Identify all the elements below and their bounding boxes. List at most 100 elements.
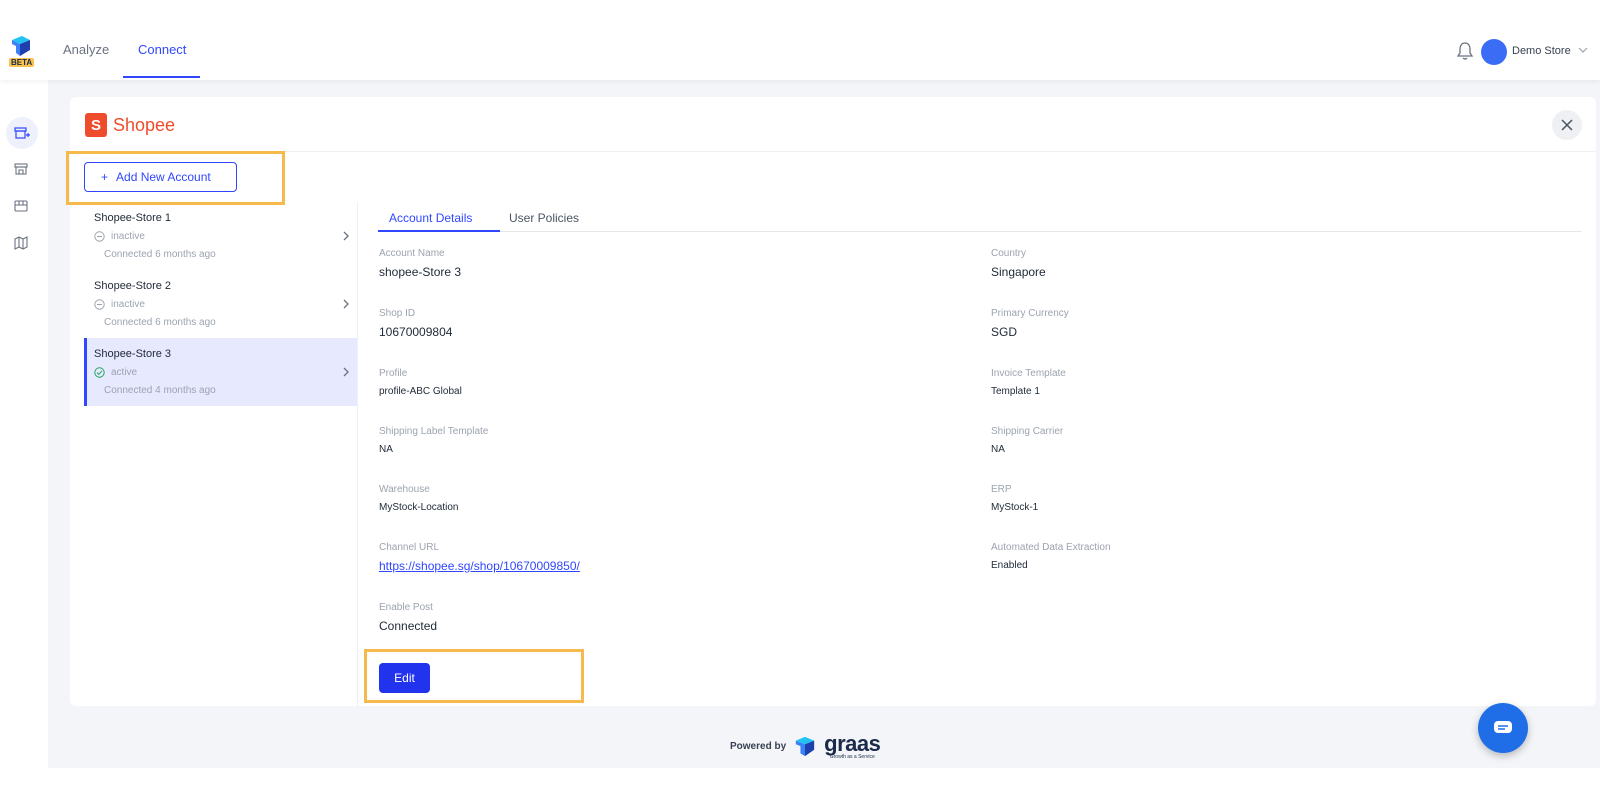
field-primary-currency: Primary Currency SGD [991,308,1069,339]
channel-url-link[interactable]: https://shopee.sg/shop/10670009850/ [379,559,580,573]
chevron-down-icon[interactable] [1578,46,1588,54]
account-item[interactable]: Shopee-Store 2 inactive Connected 6 mont… [84,270,358,338]
account-item-selected[interactable]: Shopee-Store 3 active Connected 4 months… [84,338,358,406]
field-label: Primary Currency [991,308,1069,319]
chevron-right-icon [343,299,349,309]
field-profile: Profile profile-ABC Global [379,368,462,397]
bell-icon[interactable] [1456,41,1474,61]
field-shipping-carrier: Shipping Carrier NA [991,426,1063,455]
chevron-right-icon [343,367,349,377]
account-status: inactive [94,231,348,242]
field-value: shopee-Store 3 [379,265,462,279]
graas-footer-logo-icon [795,736,815,756]
field-label: Account Name [379,248,445,259]
field-channel-url: Channel URL https://shopee.sg/shop/10670… [379,542,580,573]
detail-tabs: Account Details User Policies [378,202,1582,232]
field-erp: ERP MyStock-1 [991,484,1038,513]
field-value: Connected [379,619,438,633]
field-country: Country Singapore [991,248,1046,279]
account-connected-time: Connected 6 months ago [104,317,216,328]
field-label: Profile [379,368,408,379]
account-list: Shopee-Store 1 inactive Connected 6 mont… [84,202,358,406]
field-account-name: Account Name shopee-Store 3 [379,248,461,279]
nav-tab-connect[interactable]: Connect [138,42,186,57]
field-label: Warehouse [379,484,430,495]
account-status-label: inactive [111,231,145,242]
field-value: MyStock-Location [379,502,459,513]
graas-wordmark: graas [824,731,881,756]
graas-logo-icon [12,36,30,56]
field-shipping-label-template: Shipping Label Template NA [379,426,488,455]
channel-name: Shopee [113,114,176,135]
edit-button[interactable]: Edit [379,663,430,693]
shopee-logo: S Shopee [85,113,175,137]
account-connected-time: Connected 6 months ago [104,249,216,260]
field-label: ERP [991,484,1012,495]
account-name: Shopee-Store 2 [94,280,172,292]
close-icon [1561,119,1573,131]
field-label: Enable Post [379,602,433,613]
field-invoice-template: Invoice Template Template 1 [991,368,1066,397]
shopee-bag-icon: S [85,113,107,137]
powered-by-label: Powered by [730,741,787,752]
add-new-account-button[interactable]: + Add New Account [84,162,237,192]
account-connected-time: Connected 4 months ago [104,385,216,396]
sidebar [0,80,48,768]
footer: Powered by graas Growth as a Service [730,731,881,760]
field-label: Shop ID [379,308,416,319]
minus-circle-icon [94,231,105,242]
check-circle-icon [94,367,105,378]
field-warehouse: Warehouse MyStock-Location [379,484,458,513]
field-value: NA [379,444,393,455]
chevron-right-icon [343,231,349,241]
account-name: Shopee-Store 1 [94,212,172,224]
account-status: active [94,367,348,378]
field-label: Channel URL [379,542,440,553]
field-label: Country [991,248,1027,259]
field-value: MyStock-1 [991,502,1039,513]
nav-active-indicator [123,76,200,78]
field-value: Enabled [991,560,1028,571]
store-name[interactable]: Demo Store [1512,45,1571,57]
tab-account-details[interactable]: Account Details [389,211,472,225]
field-value: SGD [991,325,1018,339]
map-icon[interactable] [12,234,30,252]
account-status: inactive [94,299,348,310]
account-name: Shopee-Store 3 [94,348,172,360]
avatar[interactable] [1481,39,1507,65]
chat-button[interactable] [1478,703,1528,753]
field-value: Template 1 [991,386,1040,397]
storefront-icon[interactable] [12,160,30,178]
minus-circle-icon [94,299,105,310]
warehouse-icon[interactable] [12,197,30,215]
sidebar-item-store-plus[interactable] [6,117,38,149]
field-automated-data-extraction: Automated Data Extraction Enabled [991,542,1111,571]
tab-active-indicator [378,230,500,232]
field-value: profile-ABC Global [379,386,462,397]
close-button[interactable] [1552,110,1582,140]
field-label: Shipping Label Template [379,426,489,437]
account-status-label: inactive [111,299,145,310]
field-shop-id: Shop ID 10670009804 [379,308,452,339]
field-value: NA [991,444,1005,455]
field-label: Automated Data Extraction [991,542,1111,553]
account-status-label: active [111,367,138,378]
field-enable-post: Enable Post Connected [379,602,437,633]
add-new-account-label: Add New Account [116,170,211,184]
list-divider [357,202,358,706]
field-label: Shipping Carrier [991,426,1064,437]
beta-badge: BETA [9,58,35,67]
chat-icon [1494,721,1512,733]
account-item[interactable]: Shopee-Store 1 inactive Connected 6 mont… [84,202,358,270]
nav-tab-analyze[interactable]: Analyze [63,42,109,57]
header-divider [70,151,1596,152]
plus-icon: + [101,170,109,184]
graas-tagline: Growth as a Service [829,754,875,760]
field-value: Singapore [991,265,1046,279]
store-plus-icon [14,127,30,139]
tab-user-policies[interactable]: User Policies [509,211,579,225]
field-label: Invoice Template [991,368,1066,379]
graas-logo[interactable]: BETA [8,36,36,70]
top-navbar: BETA Analyze Connect Demo Store [0,0,1600,80]
field-value: 10670009804 [379,325,453,339]
